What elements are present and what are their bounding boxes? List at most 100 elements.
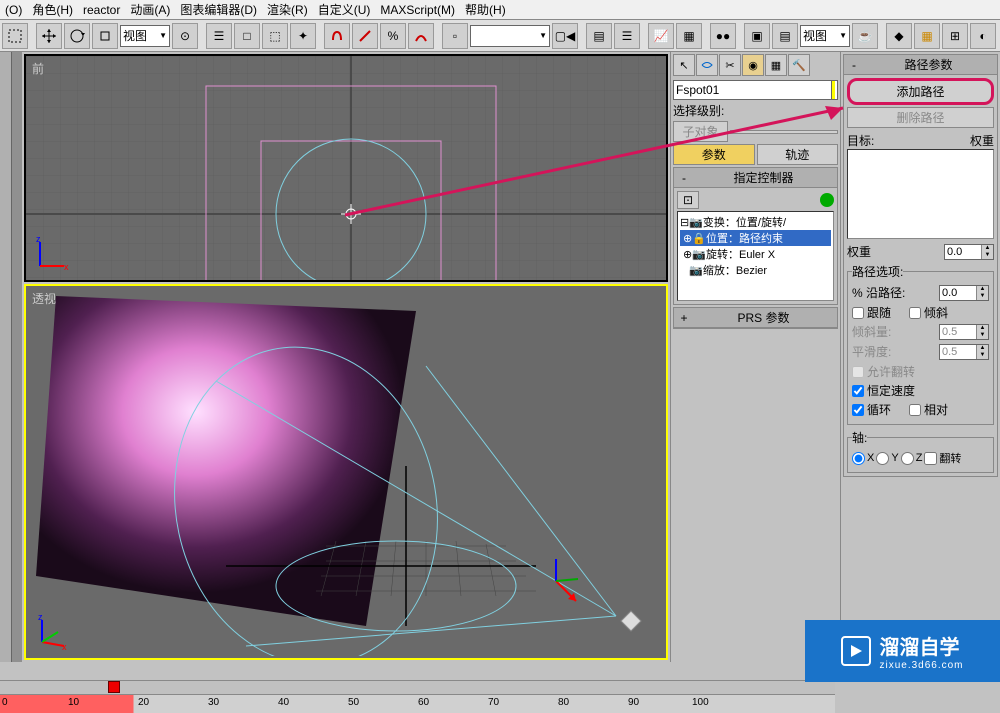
pivot-icon[interactable]: ⊙ (172, 23, 198, 49)
assign-controller-button[interactable]: ⊡ (677, 191, 699, 209)
spinner-up-icon[interactable]: ▲ (977, 286, 988, 293)
move-icon[interactable] (36, 23, 62, 49)
snap-toggle-icon[interactable] (324, 23, 350, 49)
tab-utilities[interactable]: 🔨 (788, 54, 810, 76)
time-slider-track[interactable] (0, 681, 835, 695)
spinner-up-icon[interactable]: ▲ (982, 245, 993, 252)
display-icon[interactable]: ◐ (970, 23, 996, 49)
schematic-icon[interactable]: ▦ (676, 23, 702, 49)
tree-item-selected[interactable]: ⊕🔒位置：路径约束 (680, 230, 831, 246)
select-region-icon[interactable] (2, 23, 28, 49)
select-by-name-icon[interactable]: □ (234, 23, 260, 49)
menu-item[interactable]: (O) (0, 1, 27, 19)
layers-icon[interactable]: ☰ (614, 23, 640, 49)
menu-item[interactable]: 图表编辑器(D) (175, 0, 262, 20)
tab-modify[interactable] (696, 54, 718, 76)
render-type-icon[interactable]: ▤ (772, 23, 798, 49)
axis-y-radio[interactable] (876, 452, 889, 465)
play-icon (841, 636, 871, 666)
quick-render-icon[interactable]: ☕ (852, 23, 878, 49)
rollup-header[interactable]: + PRS 参数 (674, 308, 837, 328)
viewport-front[interactable]: 前 z x (24, 54, 668, 282)
loop-checkbox[interactable] (852, 404, 864, 416)
bank-amount-spinner[interactable]: ▲▼ (939, 324, 989, 340)
align-icon[interactable]: ▤ (586, 23, 612, 49)
named-sel-dropdown[interactable]: ▼ (470, 25, 550, 47)
rollup-header[interactable]: - 路径参数 (844, 55, 997, 75)
add-path-button[interactable]: 添加路径 (847, 78, 994, 105)
axis-z-radio[interactable] (901, 452, 914, 465)
modify-icon[interactable]: ▦ (914, 23, 940, 49)
percent-spinner[interactable]: ▲▼ (939, 285, 989, 301)
flip-checkbox[interactable] (924, 452, 937, 465)
render-view-dropdown[interactable]: 视图▼ (800, 25, 850, 47)
relative-checkbox[interactable] (909, 404, 921, 416)
smoothness-spinner[interactable]: ▲▼ (939, 344, 989, 360)
rollup-header[interactable]: - 指定控制器 (674, 168, 837, 188)
spinner-down-icon[interactable]: ▼ (977, 293, 988, 300)
follow-label: 跟随 (867, 304, 891, 321)
weight-input[interactable] (945, 245, 981, 259)
path-target-list[interactable] (847, 149, 994, 239)
constant-vel-checkbox[interactable] (852, 385, 864, 397)
scale-icon[interactable] (92, 23, 118, 49)
curve-editor-icon[interactable]: 📈 (648, 23, 674, 49)
spinner-down-icon[interactable]: ▼ (982, 252, 993, 259)
weight-header: 权重 (970, 132, 994, 149)
mirror-icon[interactable]: ▢◀ (552, 23, 578, 49)
sub-object-dropdown[interactable] (730, 130, 838, 134)
menu-item[interactable]: 帮助(H) (460, 0, 511, 20)
trajectories-button[interactable]: 轨迹 (757, 144, 839, 165)
menu-item[interactable]: reactor (78, 1, 125, 19)
chevron-down-icon: ▼ (839, 31, 847, 40)
time-tick: 50 (348, 697, 359, 708)
time-tick: 100 (692, 697, 709, 708)
time-tick: 10 (68, 697, 79, 708)
material-editor-icon[interactable]: ●● (710, 23, 736, 49)
chevron-down-icon: ▼ (159, 31, 167, 40)
menu-item[interactable]: 自定义(U) (313, 0, 376, 20)
manipulate-icon[interactable]: ✦ (290, 23, 316, 49)
delete-path-button[interactable]: 删除路径 (847, 107, 994, 128)
menu-item[interactable]: 渲染(R) (262, 0, 313, 20)
tab-motion[interactable]: ◉ (742, 54, 764, 76)
timeline[interactable]: 0 10 20 30 40 50 60 70 80 90 100 (0, 680, 835, 712)
object-name-input[interactable] (676, 81, 831, 99)
viewport-perspective[interactable]: 透视 (24, 284, 668, 660)
select-icon[interactable]: ⬚ (262, 23, 288, 49)
rotate-icon[interactable] (64, 23, 90, 49)
menu-item[interactable]: MAXScript(M) (375, 1, 460, 19)
controller-tree[interactable]: ⊟📷变换：位置/旋转/ ⊕🔒位置：路径约束 ⊕📷旋转：Euler X 📷缩放：B… (677, 211, 834, 301)
create-icon[interactable]: ◆ (886, 23, 912, 49)
object-name-field[interactable] (673, 80, 838, 100)
percent-input[interactable] (940, 286, 976, 300)
spinner-snap-icon[interactable] (408, 23, 434, 49)
time-ruler[interactable]: 0 10 20 30 40 50 60 70 80 90 100 (0, 695, 835, 713)
menu-item[interactable]: 动画(A) (125, 0, 175, 20)
object-color-swatch[interactable] (831, 81, 835, 99)
tab-hierarchy[interactable]: ✂ (719, 54, 741, 76)
named-sel-icon[interactable]: ▫ (442, 23, 468, 49)
percent-snap-icon[interactable]: % (380, 23, 406, 49)
time-slider-thumb[interactable] (108, 681, 120, 693)
sub-object-button[interactable]: 子对象 (673, 121, 728, 142)
weight-spinner[interactable]: ▲▼ (944, 244, 994, 260)
bank-checkbox[interactable] (909, 307, 921, 319)
watermark-url: zixue.3d66.com (879, 660, 963, 671)
ref-coord-dropdown[interactable]: 视图▼ (120, 25, 170, 47)
tree-item[interactable]: 📷缩放：Bezier (680, 262, 831, 278)
hierarchy-icon[interactable]: ⊞ (942, 23, 968, 49)
menu-item[interactable]: 角色(H) (27, 0, 78, 20)
render-scene-icon[interactable]: ▣ (744, 23, 770, 49)
angle-snap-icon[interactable] (352, 23, 378, 49)
tab-display[interactable]: ▦ (765, 54, 787, 76)
parameters-button[interactable]: 参数 (673, 144, 755, 165)
tree-item[interactable]: ⊟📷变换：位置/旋转/ (680, 214, 831, 230)
follow-checkbox[interactable] (852, 307, 864, 319)
select-filter-icon[interactable]: ☰ (206, 23, 232, 49)
smoothness-label: 平滑度: (852, 343, 891, 360)
command-tabs: ↖ ✂ ◉ ▦ 🔨 (673, 54, 838, 78)
tab-create[interactable]: ↖ (673, 54, 695, 76)
tree-item[interactable]: ⊕📷旋转：Euler X (680, 246, 831, 262)
axis-x-radio[interactable] (852, 452, 865, 465)
